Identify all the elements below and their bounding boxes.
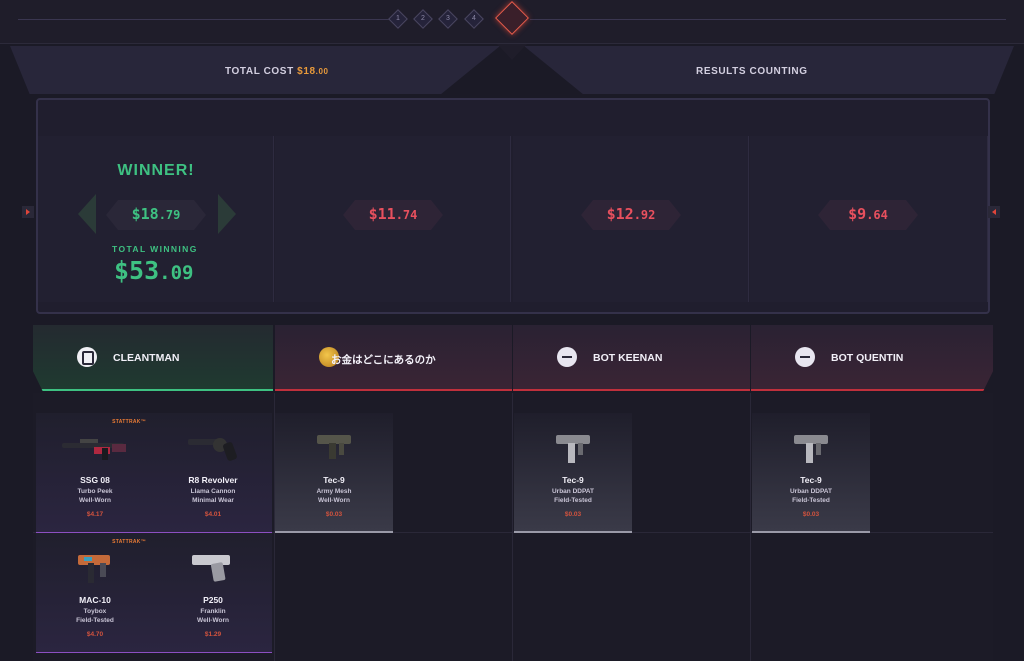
player-header-cleantman[interactable]: CLEANTMAN: [33, 325, 273, 391]
unbox-value-pill: $18.79: [92, 200, 220, 230]
unboxed-items-grid: STATTRAK™ SSG 08 Turbo Peek Well-Worn $4…: [33, 393, 993, 661]
result-column-1: WINNER! $18.79 TOTAL WINNING $53.09: [38, 136, 274, 302]
item-card[interactable]: STATTRAK™ SSG 08 Turbo Peek Well-Worn $4…: [36, 413, 154, 533]
item-name: Tec-9: [323, 475, 345, 485]
item-wear: Well-Worn: [197, 617, 229, 624]
item-price: $0.03: [325, 511, 343, 518]
item-name: Tec-9: [562, 475, 584, 485]
round-4-dot[interactable]: 4: [464, 9, 484, 29]
item-name: P250: [203, 595, 223, 605]
item-card[interactable]: R8 Revolver Llama Cannon Minimal Wear $4…: [154, 413, 272, 533]
rounds-line-left: [18, 19, 390, 20]
item-wear: Well-Worn: [318, 497, 350, 504]
unbox-value-pill: $11.74: [329, 200, 457, 230]
player-name: お金はどこにあるのか: [331, 354, 436, 366]
item-card[interactable]: P250 Franklin Well-Worn $1.29: [154, 533, 272, 653]
round-2-dot[interactable]: 2: [413, 9, 433, 29]
winner-label: WINNER!: [117, 162, 195, 179]
bot-icon: [557, 347, 577, 367]
item-wear: Minimal Wear: [192, 497, 234, 504]
rounds-line-right: [530, 19, 1006, 20]
rounds-strip: 1 2 3 4: [0, 0, 1024, 44]
unbox-value: $9.64: [848, 205, 888, 223]
round-3-dot[interactable]: 3: [438, 9, 458, 29]
item-skin: Turbo Peek: [77, 488, 113, 495]
player-name: BOT QUENTIN: [831, 352, 904, 364]
player-name: BOT KEENAN: [593, 352, 663, 364]
item-card[interactable]: STATTRAK™ MAC-10 Toybox Field-Tested $4.…: [36, 533, 154, 653]
round-1-dot[interactable]: 1: [388, 9, 408, 29]
item-skin: Toybox: [83, 608, 107, 615]
player-header-bot-keenan[interactable]: BOT KEENAN: [513, 325, 750, 391]
item-wear: Field-Tested: [554, 497, 592, 504]
item-name: MAC-10: [79, 595, 111, 605]
item-skin: Franklin: [200, 608, 226, 615]
bot-icon: [795, 347, 815, 367]
tec9-icon: [556, 435, 590, 463]
item-card[interactable]: Tec-9 Urban DDPAT Field-Tested $0.03: [514, 413, 632, 533]
unbox-value: $18.79: [131, 205, 181, 223]
tec9-icon: [317, 435, 351, 459]
item-skin: Llama Cannon: [190, 488, 236, 495]
item-price: $4.01: [204, 511, 222, 518]
total-winning-label: TOTAL WINNING: [112, 244, 198, 254]
stattrak-badge: STATTRAK™: [112, 419, 146, 425]
pistol-icon: [192, 555, 230, 582]
smg-icon: [78, 555, 110, 583]
unbox-value: $11.74: [368, 205, 418, 223]
results-counting-label: RESULTS COUNTING: [696, 66, 808, 77]
player-header-bot-quentin[interactable]: BOT QUENTIN: [751, 325, 993, 391]
item-price: $4.17: [86, 511, 104, 518]
player-name: CLEANTMAN: [113, 352, 180, 364]
unbox-value-pill: $9.64: [804, 200, 932, 230]
left-arrow-icon: [22, 206, 34, 218]
down-arrow-icon: [497, 44, 527, 60]
total-cost-label: TOTAL COST $18.00: [225, 66, 329, 77]
item-card[interactable]: Tec-9 Urban DDPAT Field-Tested $0.03: [752, 413, 870, 533]
item-price: $1.29: [204, 631, 222, 638]
item-wear: Field-Tested: [76, 617, 114, 624]
stattrak-badge: STATTRAK™: [112, 539, 146, 545]
result-column-3: $12.92: [513, 136, 749, 302]
logo-icon: [77, 347, 97, 367]
item-name: SSG 08: [80, 475, 110, 485]
item-name: Tec-9: [800, 475, 822, 485]
item-wear: Field-Tested: [792, 497, 830, 504]
unbox-value: $12.92: [606, 205, 656, 223]
item-card[interactable]: Tec-9 Army Mesh Well-Worn $0.03: [275, 413, 393, 533]
item-skin: Urban DDPAT: [551, 488, 594, 495]
item-wear: Well-Worn: [79, 497, 111, 504]
item-name: R8 Revolver: [188, 475, 238, 485]
total-cost-value: $18.00: [297, 66, 329, 77]
tec9-icon: [794, 435, 828, 463]
item-skin: Army Mesh: [316, 488, 352, 495]
item-skin: Urban DDPAT: [789, 488, 832, 495]
unbox-value-pill: $12.92: [567, 200, 695, 230]
total-winning-value: $53.09: [114, 256, 194, 285]
current-round-indicator: [495, 1, 529, 35]
result-column-4: $9.64: [750, 136, 988, 302]
sniper-rifle-icon: [62, 439, 126, 460]
item-price: $4.70: [86, 631, 104, 638]
item-price: $0.03: [802, 511, 820, 518]
player-header-2[interactable]: お金はどこにあるのか: [275, 325, 512, 391]
revolver-icon: [188, 438, 237, 461]
chevron-right-icon: [218, 194, 236, 234]
item-price: $0.03: [564, 511, 582, 518]
right-arrow-icon: [988, 206, 1000, 218]
result-column-2: $11.74: [275, 136, 511, 302]
